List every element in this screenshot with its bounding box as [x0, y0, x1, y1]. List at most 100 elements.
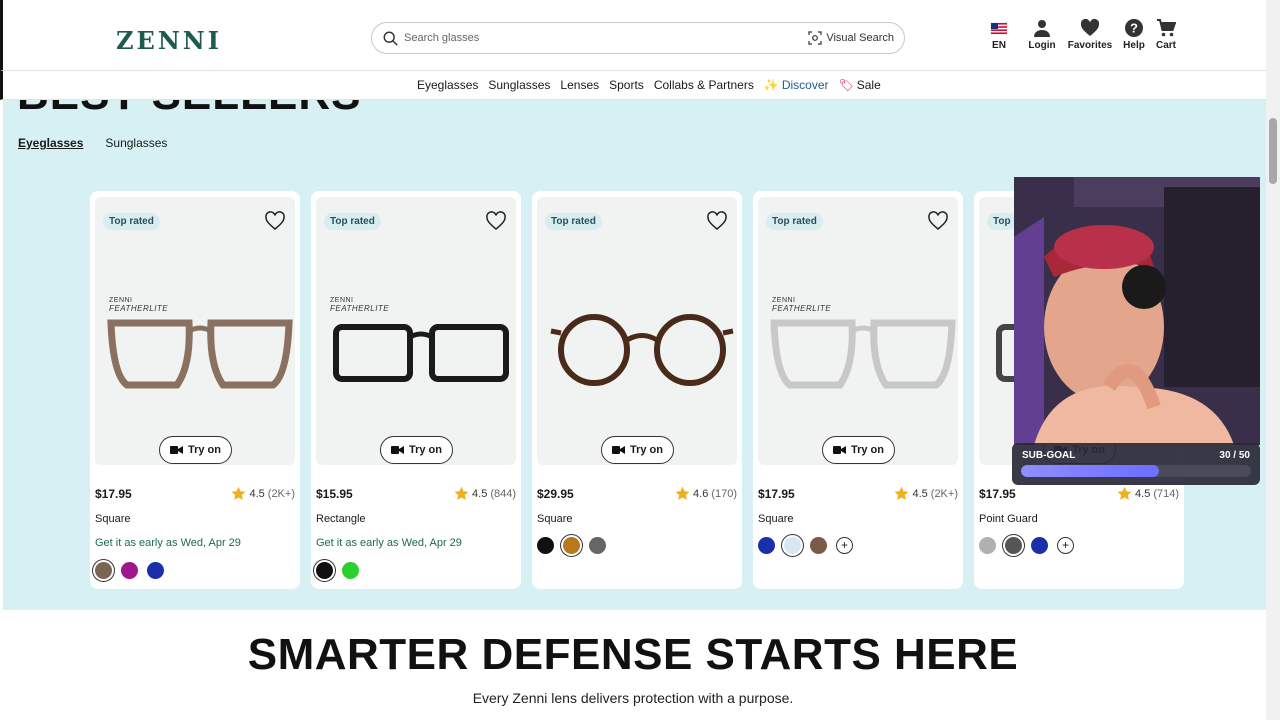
- rating-count: (844): [490, 487, 516, 500]
- more-colors-button[interactable]: +: [836, 537, 853, 554]
- product-rating: 4.5 (2K+): [894, 486, 958, 501]
- color-swatch[interactable]: [758, 537, 775, 554]
- us-flag-icon: [990, 22, 1008, 35]
- star-icon: [675, 486, 690, 500]
- nav-collabs[interactable]: Collabs & Partners: [654, 78, 754, 92]
- visual-search-button[interactable]: Visual Search: [808, 31, 894, 45]
- frame-shape: Point Guard: [979, 513, 1038, 525]
- product-rating: 4.6 (170): [675, 486, 737, 501]
- nav-lenses[interactable]: Lenses: [560, 78, 599, 92]
- color-swatch[interactable]: [342, 562, 359, 579]
- top-rated-badge: Top rated: [324, 213, 381, 230]
- nav-discover[interactable]: ✨ Discover: [764, 78, 829, 92]
- color-swatch[interactable]: [563, 537, 580, 554]
- search-input[interactable]: Search glasses: [404, 32, 479, 44]
- shipping-estimate: Get it as early as Wed, Apr 29: [95, 537, 241, 549]
- rating-count: (714): [1153, 487, 1179, 500]
- zenni-logo[interactable]: ZENNI: [116, 26, 222, 55]
- category-tabs: Eyeglasses Sunglasses: [18, 136, 167, 150]
- video-camera-icon: [611, 446, 625, 454]
- rating-count: (170): [711, 487, 737, 500]
- product-card[interactable]: Top rated ZENNI FEATHERLITE Try on $15.95…: [311, 191, 521, 589]
- product-price: $17.95: [95, 487, 132, 501]
- product-rating: 4.5 (714): [1117, 486, 1179, 501]
- color-swatch[interactable]: [1031, 537, 1048, 554]
- try-on-label: Try on: [629, 444, 663, 456]
- nav-sale-label: Sale: [856, 78, 881, 92]
- scrollbar-thumb[interactable]: [1269, 118, 1277, 184]
- color-swatch[interactable]: [537, 537, 554, 554]
- product-price: $17.95: [758, 487, 795, 501]
- frame-shape: Square: [758, 513, 794, 525]
- main-nav: Eyeglasses Sunglasses Lenses Sports Coll…: [0, 70, 1266, 100]
- sparkle-icon: ✨: [763, 78, 779, 92]
- star-icon: [454, 486, 469, 500]
- favorite-heart-icon[interactable]: [707, 211, 727, 231]
- rating-count: (2K+): [930, 487, 958, 500]
- help-button[interactable]: ? Help: [1121, 18, 1147, 51]
- color-swatches: +: [979, 537, 1074, 554]
- cart-icon: [1157, 19, 1176, 37]
- product-image-area[interactable]: Top rated ZENNI FEATHERLITE Try on: [95, 197, 295, 465]
- help-label: Help: [1123, 40, 1145, 51]
- frame-shape: Square: [537, 513, 573, 525]
- try-on-button[interactable]: Try on: [822, 436, 895, 464]
- product-card[interactable]: Top rated ZENNI FEATHERLITE Try on $17.95…: [90, 191, 300, 589]
- favorite-heart-icon[interactable]: [928, 211, 948, 231]
- more-colors-button[interactable]: +: [1057, 537, 1074, 554]
- streamer-image: [1014, 177, 1260, 445]
- color-swatches: [316, 562, 359, 579]
- defense-headline: SMARTER DEFENSE STARTS HERE: [247, 630, 1019, 679]
- subgoal-widget: SUB-GOAL 30 / 50: [1012, 443, 1260, 485]
- color-swatches: +: [758, 537, 853, 554]
- nav-sports[interactable]: Sports: [609, 78, 644, 92]
- nav-sunglasses[interactable]: Sunglasses: [488, 78, 550, 92]
- defense-subheadline: Every Zenni lens delivers protection wit…: [472, 690, 794, 706]
- top-rated-badge: Top rated: [103, 213, 160, 230]
- language-label: EN: [992, 40, 1006, 51]
- color-swatches: [537, 537, 606, 554]
- webcam-overlay: [1014, 177, 1260, 445]
- page-scrollbar[interactable]: [1266, 0, 1280, 720]
- color-swatch[interactable]: [1005, 537, 1022, 554]
- favorite-heart-icon[interactable]: [486, 211, 506, 231]
- cart-button[interactable]: Cart: [1153, 18, 1179, 51]
- color-swatch[interactable]: [95, 562, 112, 579]
- color-swatch[interactable]: [589, 537, 606, 554]
- visual-search-label: Visual Search: [826, 32, 894, 44]
- color-swatch[interactable]: [784, 537, 801, 554]
- favorites-button[interactable]: Favorites: [1067, 18, 1113, 51]
- star-icon: [1117, 486, 1132, 500]
- heart-icon: [1080, 18, 1100, 36]
- tab-eyeglasses[interactable]: Eyeglasses: [18, 136, 83, 150]
- search-bar[interactable]: Search glasses Visual Search: [371, 22, 905, 54]
- cart-label: Cart: [1155, 40, 1176, 51]
- product-card[interactable]: Top rated Try on $29.95 4.6 (170) Square: [532, 191, 742, 589]
- tab-sunglasses[interactable]: Sunglasses: [105, 136, 167, 150]
- try-on-button[interactable]: Try on: [601, 436, 674, 464]
- product-card[interactable]: Top rated ZENNI FEATHERLITE Try on $17.95…: [753, 191, 963, 589]
- color-swatch[interactable]: [979, 537, 996, 554]
- login-button[interactable]: Login: [1025, 18, 1059, 51]
- help-icon: ?: [1125, 19, 1143, 37]
- try-on-button[interactable]: Try on: [159, 436, 232, 464]
- favorite-heart-icon[interactable]: [265, 211, 285, 231]
- color-swatch[interactable]: [121, 562, 138, 579]
- subgoal-progress-fill: [1021, 465, 1159, 477]
- color-swatch[interactable]: [810, 537, 827, 554]
- video-camera-icon: [169, 446, 183, 454]
- language-selector[interactable]: EN: [985, 18, 1013, 51]
- nav-sale[interactable]: 🏷 Sale: [839, 78, 881, 92]
- product-image-area[interactable]: Top rated ZENNI FEATHERLITE Try on: [316, 197, 516, 465]
- product-image-area[interactable]: Top rated Try on: [537, 197, 737, 465]
- sale-tag-icon: 🏷: [838, 78, 854, 92]
- color-swatch[interactable]: [147, 562, 164, 579]
- rating-value: 4.5: [1135, 487, 1151, 500]
- try-on-button[interactable]: Try on: [380, 436, 453, 464]
- color-swatch[interactable]: [316, 562, 333, 579]
- site-header: ZENNI Search glasses Visual Search EN Lo…: [0, 0, 1266, 70]
- subgoal-label: SUB-GOAL: [1022, 450, 1076, 461]
- product-image-area[interactable]: Top rated ZENNI FEATHERLITE Try on: [758, 197, 958, 465]
- subgoal-progress-bar: [1021, 465, 1251, 477]
- nav-eyeglasses[interactable]: Eyeglasses: [417, 78, 478, 92]
